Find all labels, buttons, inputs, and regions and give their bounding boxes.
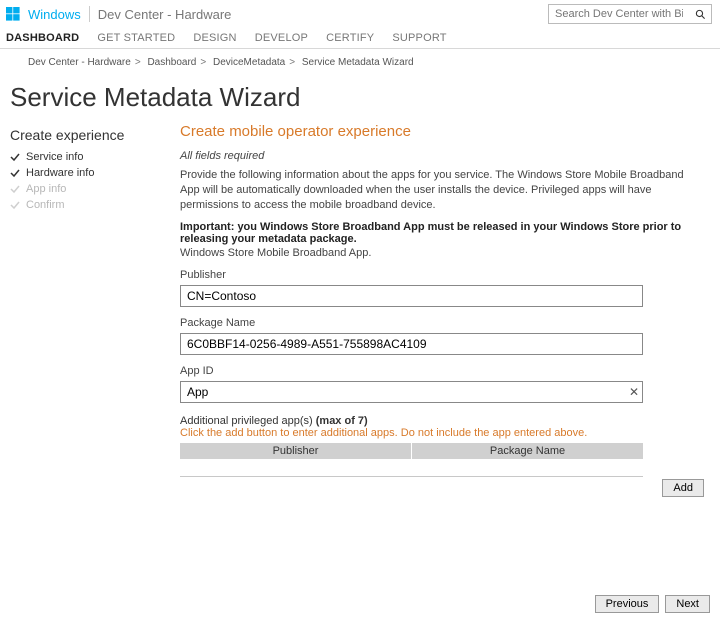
- check-icon: [10, 184, 20, 194]
- nav-certify[interactable]: CERTIFY: [326, 32, 374, 44]
- step-label: App info: [26, 183, 66, 195]
- step-service-info[interactable]: Service info: [10, 149, 180, 165]
- brand-label[interactable]: Windows: [28, 7, 81, 22]
- step-confirm[interactable]: Confirm: [10, 197, 180, 213]
- sidebar: Create experience Service info Hardware …: [10, 123, 180, 497]
- top-nav: DASHBOARD GET STARTED DESIGN DEVELOP CER…: [0, 26, 720, 49]
- section-description: Provide the following information about …: [180, 168, 704, 213]
- crumb[interactable]: Dashboard: [147, 57, 196, 68]
- col-package: Package Name: [412, 443, 643, 459]
- nav-develop[interactable]: DEVELOP: [255, 32, 308, 44]
- crumb-current: Service Metadata Wizard: [302, 57, 414, 68]
- crumb[interactable]: Dev Center - Hardware: [28, 57, 131, 68]
- step-label: Confirm: [26, 199, 65, 211]
- package-input[interactable]: [180, 333, 643, 355]
- additional-hint: Click the add button to enter additional…: [180, 427, 587, 439]
- nav-design[interactable]: DESIGN: [193, 32, 236, 44]
- page-title: Service Metadata Wizard: [0, 68, 720, 123]
- add-button[interactable]: Add: [662, 479, 704, 497]
- header-divider: [89, 6, 90, 22]
- required-note: All fields required: [180, 150, 704, 162]
- portal-label[interactable]: Dev Center - Hardware: [98, 7, 232, 22]
- subline: Windows Store Mobile Broadband App.: [180, 247, 704, 259]
- sidebar-title: Create experience: [10, 127, 180, 143]
- publisher-label: Publisher: [180, 269, 704, 281]
- table-row: [180, 459, 643, 477]
- search-box[interactable]: [548, 4, 712, 24]
- package-label: Package Name: [180, 317, 704, 329]
- section-title: Create mobile operator experience: [180, 123, 704, 140]
- important-note: Important: you Windows Store Broadband A…: [180, 221, 704, 245]
- windows-logo-icon: [6, 7, 20, 21]
- nav-support[interactable]: SUPPORT: [392, 32, 446, 44]
- step-label: Service info: [26, 151, 83, 163]
- col-publisher: Publisher: [180, 443, 412, 459]
- additional-label: Additional privileged app(s): [180, 415, 316, 427]
- step-hardware-info[interactable]: Hardware info: [10, 165, 180, 181]
- appid-label: App ID: [180, 365, 704, 377]
- nav-get-started[interactable]: GET STARTED: [97, 32, 175, 44]
- publisher-input[interactable]: [180, 285, 643, 307]
- clear-icon[interactable]: ✕: [629, 381, 639, 403]
- nav-dashboard[interactable]: DASHBOARD: [6, 32, 79, 44]
- appid-input[interactable]: [180, 381, 643, 403]
- step-label: Hardware info: [26, 167, 94, 179]
- step-app-info[interactable]: App info: [10, 181, 180, 197]
- search-input[interactable]: [549, 6, 689, 22]
- next-button[interactable]: Next: [665, 595, 710, 613]
- breadcrumb: Dev Center - Hardware> Dashboard> Device…: [0, 49, 720, 68]
- check-icon: [10, 168, 20, 178]
- additional-max: (max of 7): [316, 415, 368, 427]
- crumb[interactable]: DeviceMetadata: [213, 57, 285, 68]
- search-icon[interactable]: [689, 4, 711, 24]
- check-icon: [10, 152, 20, 162]
- additional-apps-table: Publisher Package Name: [180, 443, 643, 477]
- previous-button[interactable]: Previous: [595, 595, 660, 613]
- check-icon: [10, 200, 20, 210]
